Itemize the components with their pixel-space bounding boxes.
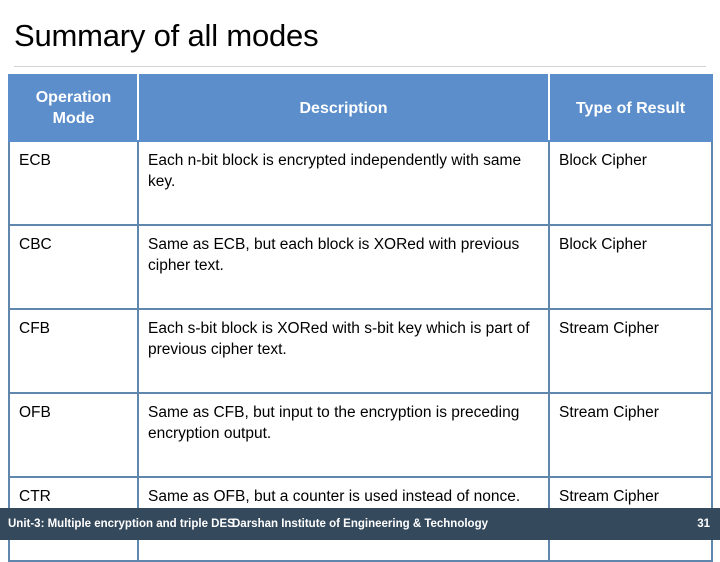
column-header-operation-mode: Operation Mode [8,74,139,142]
cell-mode: ECB [8,140,139,226]
cell-type: Stream Cipher [548,392,713,478]
cell-mode: CBC [8,224,139,310]
column-header-type-of-result: Type of Result [548,74,713,142]
table-row: CFB Each s-bit block is XORed with s-bit… [8,308,713,394]
slide: Summary of all modes Operation Mode Desc… [0,0,720,562]
column-header-operation-mode-line2: Mode [52,110,95,127]
cell-mode: CFB [8,308,139,394]
cell-description: Each n-bit block is encrypted independen… [137,140,550,226]
page-title: Summary of all modes [14,18,319,53]
cell-description: Each s-bit block is XORed with s-bit key… [137,308,550,394]
cell-type: Stream Cipher [548,308,713,394]
footer-page-number: 31 [697,518,710,530]
column-header-operation-mode-line1: Operation [35,89,112,106]
column-header-description: Description [137,74,550,142]
table-header: Operation Mode Description Type of Resul… [8,74,713,142]
modes-summary-table: Operation Mode Description Type of Resul… [8,74,713,562]
title-divider [14,66,706,67]
table-row: CBC Same as ECB, but each block is XORed… [8,224,713,310]
table-row: OFB Same as CFB, but input to the encryp… [8,392,713,478]
table-body: ECB Each n-bit block is encrypted indepe… [8,140,713,562]
cell-mode: OFB [8,392,139,478]
cell-type: Block Cipher [548,224,713,310]
table-row: ECB Each n-bit block is encrypted indepe… [8,140,713,226]
footer-institute-label: Darshan Institute of Engineering & Techn… [232,518,488,530]
slide-footer: Unit-3: Multiple encryption and triple D… [0,508,720,540]
table-header-row: Operation Mode Description Type of Resul… [8,74,713,142]
cell-type: Block Cipher [548,140,713,226]
cell-description: Same as ECB, but each block is XORed wit… [137,224,550,310]
cell-description: Same as CFB, but input to the encryption… [137,392,550,478]
